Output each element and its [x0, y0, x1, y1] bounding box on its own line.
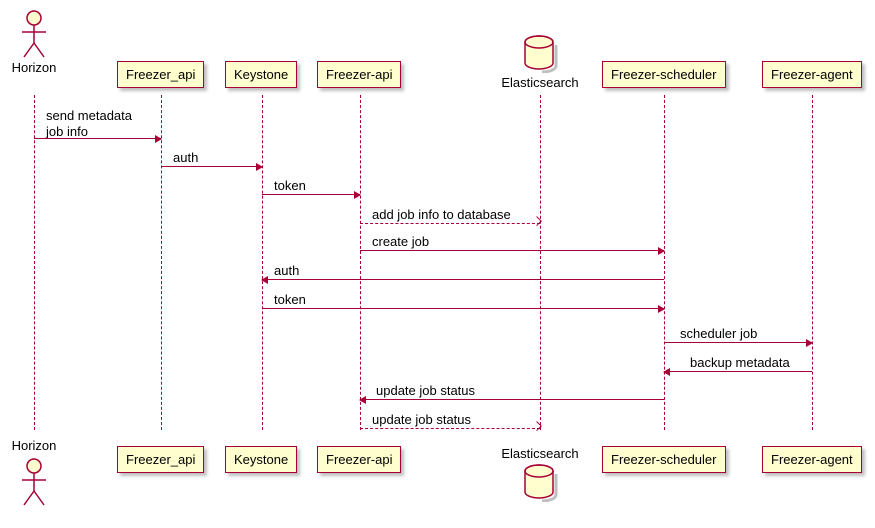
participant-freezer-scheduler-bottom: Freezer-scheduler — [602, 446, 726, 473]
lifeline-freezer-api1 — [161, 95, 162, 430]
actor-horizon-bottom-icon — [20, 458, 48, 506]
msg-label-4: add job info to database — [372, 207, 511, 223]
msg-label-10: update job status — [376, 383, 475, 399]
msg-arrow-8 — [664, 342, 812, 343]
msg-label-8: scheduler job — [680, 326, 757, 342]
msg-label-9: backup metadata — [690, 355, 790, 371]
sequence-diagram: Horizon Freezer_api Keystone Freezer-api… — [10, 10, 865, 518]
lifeline-horizon — [34, 95, 35, 430]
msg-arrow-3 — [262, 194, 360, 195]
msg-label-1: send metadatajob info — [46, 108, 132, 139]
participant-keystone-top: Keystone — [225, 61, 297, 88]
participant-freezer-scheduler-top: Freezer-scheduler — [602, 61, 726, 88]
participant-elasticsearch-bottom: Elasticsearch — [497, 446, 583, 461]
lifeline-freezer-scheduler — [664, 95, 665, 430]
database-elasticsearch-top-icon — [522, 35, 558, 76]
msg-arrow-6 — [262, 279, 664, 280]
msg-arrow-9 — [664, 371, 812, 372]
msg-arrow-11 — [360, 428, 540, 429]
msg-arrow-4 — [360, 223, 540, 224]
participant-freezer-api2-bottom: Freezer-api — [317, 446, 401, 473]
msg-arrow-2 — [161, 166, 262, 167]
msg-label-3: token — [274, 178, 306, 194]
participant-keystone-bottom: Keystone — [225, 446, 297, 473]
participant-horizon-bottom: Horizon — [10, 438, 58, 453]
lifeline-keystone — [262, 95, 263, 430]
msg-label-5: create job — [372, 234, 429, 250]
participant-horizon-top: Horizon — [10, 60, 58, 75]
participant-elasticsearch-top: Elasticsearch — [497, 75, 583, 90]
msg-arrow-1 — [34, 138, 161, 139]
msg-arrow-5 — [360, 250, 664, 251]
msg-label-2: auth — [173, 150, 198, 166]
participant-freezer-api2-top: Freezer-api — [317, 61, 401, 88]
participant-freezer-agent-top: Freezer-agent — [762, 61, 862, 88]
msg-label-7: token — [274, 292, 306, 308]
database-elasticsearch-bottom-icon — [522, 464, 558, 505]
participant-freezer-api1-bottom: Freezer_api — [117, 446, 204, 473]
participant-freezer-agent-bottom: Freezer-agent — [762, 446, 862, 473]
lifeline-freezer-api2 — [360, 95, 361, 430]
msg-label-6: auth — [274, 263, 299, 279]
msg-label-11: update job status — [372, 412, 471, 428]
actor-horizon-top-icon — [20, 10, 48, 58]
msg-arrow-10 — [360, 399, 664, 400]
lifeline-freezer-agent — [812, 95, 813, 430]
lifeline-elasticsearch — [540, 95, 541, 430]
participant-freezer-api1-top: Freezer_api — [117, 61, 204, 88]
msg-arrow-7 — [262, 308, 664, 309]
